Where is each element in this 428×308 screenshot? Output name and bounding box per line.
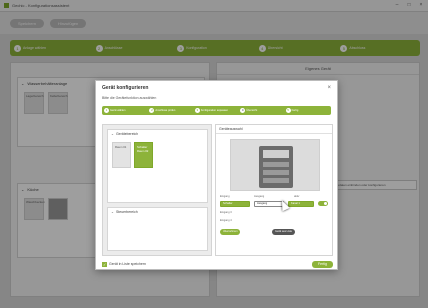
- dialog-step-1[interactable]: 1 Gerät wählen: [104, 108, 147, 113]
- step-label: Konfiguration anpassen: [200, 109, 229, 112]
- dialog-step-2[interactable]: 2 Anschluss prüfen: [149, 108, 192, 113]
- step-label: Fertig: [291, 109, 299, 112]
- active-label: aktiv: [294, 195, 300, 198]
- tile-label: Raum 01: [115, 145, 127, 149]
- group-title: ⌄ Steuerbereich: [111, 210, 138, 214]
- channel-select[interactable]: Kanal 1: [288, 201, 314, 207]
- dialog-footer: ✓ Gerät in Liste speichern Fertig: [96, 257, 339, 271]
- step-number: 5: [285, 108, 291, 113]
- step-number: 1: [104, 108, 109, 113]
- device-list-button[interactable]: Gerät aus Liste: [272, 229, 295, 235]
- control-group: ⌄ Steuerbereich: [107, 207, 208, 251]
- group-title: ⌄ Gerätebereich: [111, 132, 139, 136]
- step-label: Übersicht: [246, 109, 258, 112]
- save-device-checkbox[interactable]: ✓: [102, 261, 107, 267]
- dialog-header: Gerät konfigurieren ×: [96, 81, 337, 94]
- step-label: Anschluss prüfen: [155, 109, 176, 112]
- active-toggle[interactable]: [318, 201, 328, 206]
- chevron-down-icon[interactable]: ⌄: [111, 210, 114, 214]
- input4-label: Eingang 4: [220, 219, 232, 222]
- step-number: 3: [194, 108, 200, 113]
- device-selection-panel: Geräteauswahl Eingang Ausgang aktiv Scha…: [215, 124, 333, 256]
- device-tile-selected[interactable]: Schalter Raum 02: [134, 142, 153, 168]
- configure-dialog: Gerät konfigurieren × Bitte die Gerätefu…: [95, 80, 338, 270]
- device-picture: [259, 146, 293, 188]
- device-image: [230, 139, 320, 191]
- step-label: Gerät wählen: [110, 109, 126, 112]
- dialog-step-4[interactable]: 4 Übersicht: [240, 108, 283, 113]
- output-label: Ausgang: [254, 195, 265, 198]
- dialog-step-5[interactable]: 5 Fertig: [285, 108, 329, 113]
- dialog-title: Gerät konfigurieren: [102, 84, 149, 91]
- chevron-down-icon[interactable]: ⌄: [111, 132, 114, 136]
- device-area-panel: ⌄ Gerätebereich Raum 01 Schalter Raum 02 …: [102, 124, 212, 256]
- apply-button[interactable]: Übernehmen: [220, 229, 241, 235]
- step-number: 2: [149, 108, 155, 113]
- device-tile[interactable]: Raum 01: [112, 142, 131, 168]
- input3-label: Eingang 3: [220, 211, 232, 214]
- dialog-step-3[interactable]: 3 Konfiguration anpassen: [194, 108, 238, 113]
- input-select[interactable]: Schalter: [220, 201, 250, 207]
- finish-button[interactable]: Fertig: [312, 260, 333, 268]
- input-label: Eingang: [220, 195, 230, 198]
- step-number: 4: [240, 108, 246, 113]
- tile-label: Schalter Raum 02: [137, 145, 149, 153]
- checkbox-label: Gerät in Liste speichern: [109, 262, 146, 266]
- device-group: ⌄ Gerätebereich Raum 01 Schalter Raum 02: [107, 129, 208, 203]
- panel-title: Geräteauswahl: [216, 125, 332, 134]
- dialog-steps: 1 Gerät wählen 2 Anschluss prüfen 3 Konfigu…: [102, 106, 331, 115]
- dialog-subtitle: Bitte die Gerätefunktion auswählen: [102, 96, 157, 100]
- close-icon[interactable]: ×: [327, 85, 331, 91]
